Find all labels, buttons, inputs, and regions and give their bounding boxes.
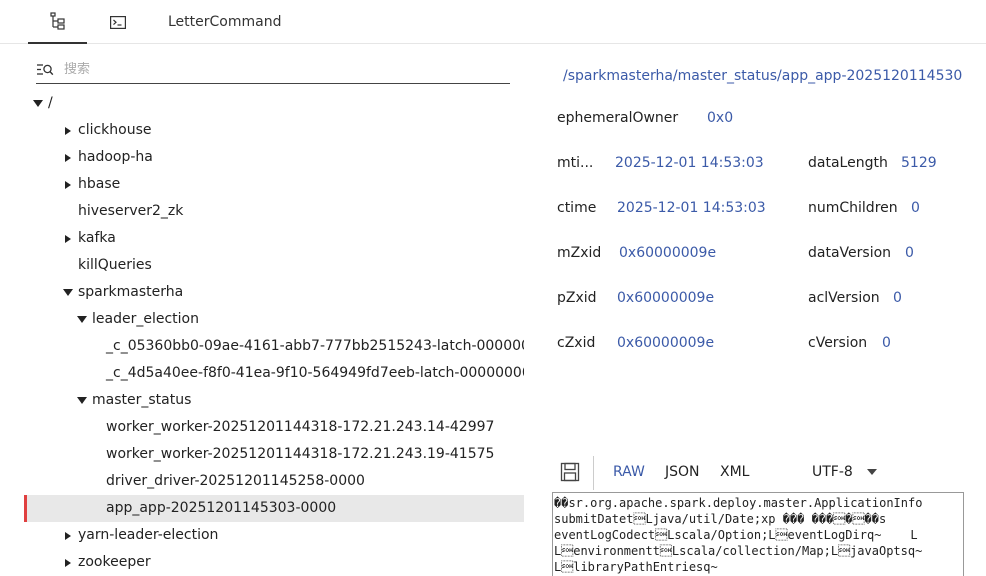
raw-data-line: ��sr.org.apache.spark.deploy.master.Appl… xyxy=(554,496,923,510)
tree-node-label: worker_worker-20251201144318-172.21.243.… xyxy=(106,446,495,462)
data-version-value: 0 xyxy=(905,245,914,261)
acl-version-label: aclVersion xyxy=(808,290,880,306)
czxid-label: cZxid xyxy=(557,335,596,351)
tree-node[interactable]: _c_4d5a40ee-f8f0-41ea-9f10-564949fd7eeb-… xyxy=(24,360,524,387)
acl-version-value: 0 xyxy=(893,290,902,306)
tree-node[interactable]: _c_05360bb0-09ae-4161-abb7-777bb2515243-… xyxy=(24,333,524,360)
tab-tree-view[interactable] xyxy=(28,0,87,44)
tree-node-label: app_app-20251201145303-0000 xyxy=(106,500,337,516)
tab-letter-command[interactable]: LetterCommand xyxy=(168,0,281,44)
caret-right-icon[interactable] xyxy=(62,171,74,198)
tree-node-label: hadoop-ha xyxy=(78,149,153,165)
num-children-value: 0 xyxy=(911,200,920,216)
mzxid-label: mZxid xyxy=(557,245,602,261)
znode-tree: / clickhouse hadoop-ha hbase hiveserver2_zkk… xyxy=(24,90,524,576)
data-viewer-toolbar: RAW JSON XML UTF-8 xyxy=(552,456,986,490)
caret-right-icon[interactable] xyxy=(62,144,74,171)
search-filter-icon xyxy=(36,60,56,80)
tree-node[interactable]: zookeeper xyxy=(24,549,524,576)
tree-node[interactable]: hiveserver2_zk xyxy=(24,198,524,225)
ctime-value: 2025-12-01 14:53:03 xyxy=(617,200,766,216)
num-children-label: numChildren xyxy=(808,200,898,216)
tree-node[interactable]: hadoop-ha xyxy=(24,144,524,171)
raw-data-textarea[interactable]: ��sr.org.apache.spark.deploy.master.Appl… xyxy=(552,492,964,576)
tree-node-label: / xyxy=(48,95,53,111)
tree-node[interactable]: worker_worker-20251201144318-172.21.243.… xyxy=(24,441,524,468)
tree-node-label: driver_driver-20251201145258-0000 xyxy=(106,473,365,489)
tree-node[interactable]: kafka xyxy=(24,225,524,252)
mzxid-value: 0x60000009e xyxy=(619,245,717,261)
data-version-label: dataVersion xyxy=(808,245,892,261)
ephemeral-owner-value: 0x0 xyxy=(707,110,734,126)
mtime-label: mti... xyxy=(557,155,594,171)
czxid-value: 0x60000009e xyxy=(617,335,715,351)
chevron-down-icon xyxy=(866,469,877,475)
tree-node-label: zookeeper xyxy=(78,554,151,570)
tree-node-label: sparkmasterha xyxy=(78,284,184,300)
pzxid-label: pZxid xyxy=(557,290,597,306)
save-icon[interactable] xyxy=(560,462,580,482)
view-xml-button[interactable]: XML xyxy=(720,464,749,480)
terminal-icon xyxy=(110,15,126,29)
ctime-label: ctime xyxy=(557,200,597,216)
caret-down-icon[interactable] xyxy=(76,387,88,414)
encoding-select[interactable]: UTF-8 xyxy=(812,464,877,480)
data-length-label: dataLength xyxy=(808,155,888,171)
tree-node-label: kafka xyxy=(78,230,116,246)
tree-node-label: hiveserver2_zk xyxy=(78,203,184,219)
tree-node-label: yarn-leader-election xyxy=(78,527,219,543)
tree-node-label: clickhouse xyxy=(78,122,152,138)
tree-node-selected[interactable]: app_app-20251201145303-0000 xyxy=(24,495,524,522)
caret-right-icon[interactable] xyxy=(62,522,74,549)
view-json-button[interactable]: JSON xyxy=(665,464,700,480)
tree-node[interactable]: master_status xyxy=(24,387,524,414)
tree-node-label: _c_4d5a40ee-f8f0-41ea-9f10-564949fd7eeb-… xyxy=(106,365,524,381)
tree-node[interactable]: killQueries xyxy=(24,252,524,279)
tree-node-label: _c_05360bb0-09ae-4161-abb7-777bb2515243-… xyxy=(106,338,524,354)
ephemeral-owner-label: ephemeralOwner xyxy=(557,110,679,126)
tree-node-label: master_status xyxy=(92,392,192,408)
tree-node-label: worker_worker-20251201144318-172.21.243.… xyxy=(106,419,495,435)
tree-node[interactable]: clickhouse xyxy=(24,117,524,144)
tree-search-bar xyxy=(36,56,510,84)
data-length-value: 5129 xyxy=(901,155,937,171)
tab-terminal[interactable] xyxy=(100,0,136,44)
caret-down-icon[interactable] xyxy=(62,279,74,306)
raw-data-line: eventLogCodectLscala/Option;LeventLogD… xyxy=(554,528,918,542)
tree-node-label: leader_election xyxy=(92,311,199,327)
caret-down-icon[interactable] xyxy=(32,90,44,117)
caret-down-icon[interactable] xyxy=(76,306,88,333)
mtime-value: 2025-12-01 14:53:03 xyxy=(615,155,764,171)
tree-node[interactable]: worker_worker-20251201144318-172.21.243.… xyxy=(24,414,524,441)
raw-data-line: LlibraryPathEntriesq~ xyxy=(554,560,718,574)
tree-icon xyxy=(49,12,65,30)
view-raw-button[interactable]: RAW xyxy=(613,464,645,480)
raw-data-line: LenvironmenttLscala/collection/Map;Lj… xyxy=(554,544,923,558)
tree-node-label: hbase xyxy=(78,176,121,192)
tree-node[interactable]: sparkmasterha xyxy=(24,279,524,306)
caret-right-icon[interactable] xyxy=(62,117,74,144)
tree-node[interactable]: hbase xyxy=(24,171,524,198)
caret-right-icon[interactable] xyxy=(62,549,74,576)
tree-node[interactable]: leader_election xyxy=(24,306,524,333)
node-path: /sparkmasterha/master_status/app_app-202… xyxy=(563,68,963,84)
c-version-label: cVersion xyxy=(808,335,868,351)
top-tab-bar: LetterCommand xyxy=(0,0,986,44)
c-version-value: 0 xyxy=(882,335,891,351)
pzxid-value: 0x60000009e xyxy=(617,290,715,306)
toolbar-divider xyxy=(593,456,594,490)
tree-search-input[interactable] xyxy=(64,62,484,77)
tree-node[interactable]: yarn-leader-election xyxy=(24,522,524,549)
tree-node-label: killQueries xyxy=(78,257,152,273)
caret-right-icon[interactable] xyxy=(62,225,74,252)
tree-node[interactable]: driver_driver-20251201145258-0000 xyxy=(24,468,524,495)
encoding-value: UTF-8 xyxy=(812,464,853,480)
raw-data-line: submitDatetLjava/util/Date;xp ��� ����… xyxy=(554,512,887,526)
tree-node[interactable]: / xyxy=(24,90,524,117)
